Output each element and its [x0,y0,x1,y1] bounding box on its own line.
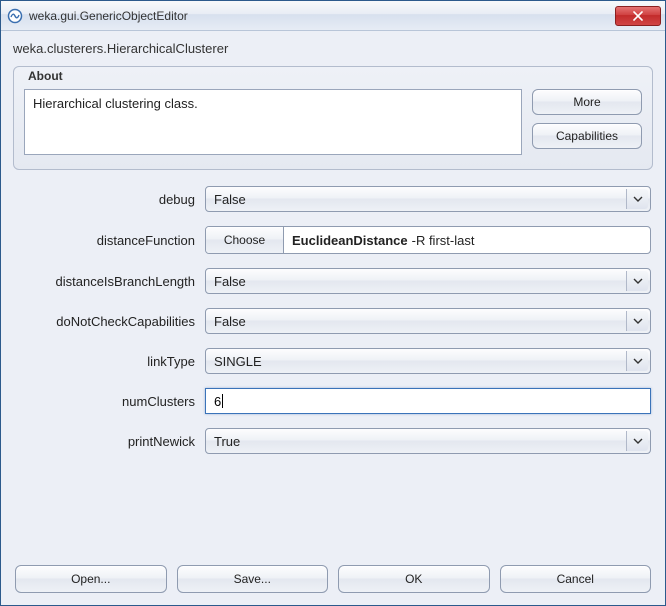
prop-label-numclusters: numClusters [15,394,205,409]
cancel-button[interactable]: Cancel [500,565,652,593]
prop-label-debug: debug [15,192,205,207]
text-caret [222,394,223,408]
about-legend: About [28,69,63,83]
branchlength-combobox[interactable]: False [205,268,651,294]
debug-combobox[interactable]: False [205,186,651,212]
distancefunction-value[interactable]: EuclideanDistance -R first-last [284,227,650,253]
open-button[interactable]: Open... [15,565,167,593]
linktype-combobox[interactable]: SINGLE [205,348,651,374]
prop-row-distancefunction: distanceFunction Choose EuclideanDistanc… [15,226,651,254]
chevron-down-icon [626,189,648,209]
class-path-label: weka.clusterers.HierarchicalClusterer [9,31,657,62]
chevron-down-icon [626,431,648,451]
prop-label-linktype: linkType [15,354,205,369]
prop-row-printnewick: printNewick True [15,428,651,454]
close-button[interactable] [615,6,661,26]
linktype-value: SINGLE [214,354,262,369]
branchlength-value: False [214,274,246,289]
prop-label-branchlength: distanceIsBranchLength [15,274,205,289]
chevron-down-icon [626,351,648,371]
prop-row-branchlength: distanceIsBranchLength False [15,268,651,294]
dialog-buttons: Open... Save... OK Cancel [9,557,657,597]
prop-row-debug: debug False [15,186,651,212]
donotcheck-combobox[interactable]: False [205,308,651,334]
about-panel: About Hierarchical clustering class. Mor… [13,66,653,170]
numclusters-value: 6 [214,394,221,409]
numclusters-input[interactable]: 6 [205,388,651,414]
prop-row-numclusters: numClusters 6 [15,388,651,414]
prop-row-donotcheck: doNotCheckCapabilities False [15,308,651,334]
prop-label-printnewick: printNewick [15,434,205,449]
chevron-down-icon [626,271,648,291]
ok-button[interactable]: OK [338,565,490,593]
distancefunction-chooser[interactable]: Choose EuclideanDistance -R first-last [205,226,651,254]
save-button[interactable]: Save... [177,565,329,593]
debug-value: False [214,192,246,207]
prop-label-distancefunction: distanceFunction [15,233,205,248]
window-title: weka.gui.GenericObjectEditor [29,9,615,23]
about-description: Hierarchical clustering class. [24,89,522,155]
capabilities-button[interactable]: Capabilities [532,123,642,149]
printnewick-value: True [214,434,240,449]
choose-button[interactable]: Choose [206,227,284,253]
client-area: weka.clusterers.HierarchicalClusterer Ab… [1,31,665,605]
chevron-down-icon [626,311,648,331]
properties-panel: debug False distanceFunction Choose Eucl… [9,180,657,557]
titlebar: weka.gui.GenericObjectEditor [1,1,665,31]
printnewick-combobox[interactable]: True [205,428,651,454]
more-button[interactable]: More [532,89,642,115]
app-icon [7,8,23,24]
prop-label-donotcheck: doNotCheckCapabilities [15,314,205,329]
donotcheck-value: False [214,314,246,329]
dialog-window: weka.gui.GenericObjectEditor weka.cluste… [0,0,666,606]
prop-row-linktype: linkType SINGLE [15,348,651,374]
